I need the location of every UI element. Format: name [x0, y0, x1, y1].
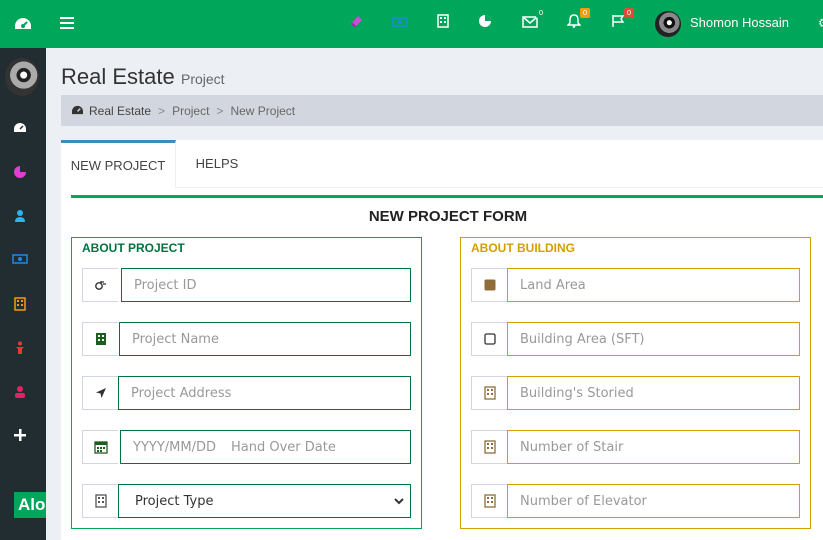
breadcrumb-current: New Project — [230, 103, 296, 118]
form-box: NEW PROJECT HELPS NEW PROJECT FORM ABOUT… — [61, 140, 823, 540]
project-name-row: Project Name — [82, 322, 412, 356]
project-type-row: Project Type — [82, 484, 412, 518]
land-area-input[interactable]: Land Area — [507, 268, 800, 302]
pie-chart-icon[interactable] — [475, 14, 495, 32]
project-type-select[interactable]: Project Type — [118, 484, 411, 518]
project-type-selected: Project Type — [135, 493, 214, 509]
project-id-input[interactable]: Project ID — [121, 268, 411, 302]
square-filled-icon — [471, 268, 507, 302]
person-icon — [16, 341, 24, 354]
project-id-row: Project ID — [82, 268, 412, 302]
about-building-panel: ABOUT BUILDING Land Area Building Area (… — [460, 237, 811, 529]
messages-envelope-icon[interactable]: 0 — [520, 8, 546, 32]
dashboard-icon — [72, 105, 83, 115]
settings-gear-icon[interactable]: ⚙ — [818, 16, 823, 30]
sidebar: Alo — [0, 0, 46, 540]
id-key-icon — [82, 268, 118, 302]
sidebar-item-add[interactable] — [0, 429, 40, 445]
user-icon — [15, 210, 25, 222]
building-area-row: Building Area (SFT) — [471, 322, 801, 356]
dashboard-icon — [14, 123, 26, 132]
sidebar-item-reports[interactable] — [0, 165, 40, 183]
building-icon — [82, 484, 118, 518]
building-storied-input[interactable]: Building's Storied — [507, 376, 800, 410]
sidebar-item-accounts[interactable] — [0, 253, 40, 269]
sidebar-item-staff[interactable] — [0, 341, 40, 359]
square-outline-icon — [471, 322, 507, 356]
about-project-panel: ABOUT PROJECT Project ID Project Name Pr… — [71, 237, 422, 529]
land-area-row: Land Area — [471, 268, 801, 302]
sidebar-item-dashboard[interactable] — [0, 122, 40, 138]
top-navbar: 0 0 0 Shomon Hossain ⚙ — [46, 0, 823, 48]
tab-helps[interactable]: HELPS — [187, 140, 247, 187]
tasks-badge: 0 — [624, 8, 634, 18]
calendar-icon — [82, 430, 118, 464]
sidebar-brand-logo[interactable]: Alo — [14, 492, 46, 518]
user-avatar[interactable] — [655, 11, 681, 37]
breadcrumb-separator: > — [158, 103, 166, 118]
number-of-stair-row: Number of Stair — [471, 430, 801, 464]
user-name[interactable]: Shomon Hossain — [690, 15, 789, 30]
tab-bar: NEW PROJECT HELPS — [61, 140, 823, 188]
hand-over-date-input[interactable]: YYYY/MM/DD Hand Over Date — [120, 430, 411, 464]
building-icon[interactable] — [433, 14, 453, 32]
number-of-elevator-row: Number of Elevator — [471, 484, 801, 518]
notifications-bell-icon[interactable]: 0 — [564, 8, 590, 32]
notifications-badge: 0 — [580, 8, 590, 18]
location-arrow-icon — [82, 376, 118, 410]
project-address-row: Project Address — [82, 376, 412, 410]
breadcrumb-separator: > — [216, 103, 224, 118]
sidebar-item-buildings[interactable] — [0, 297, 40, 315]
panel-title: ABOUT BUILDING — [471, 241, 575, 255]
building-icon — [471, 376, 507, 410]
money-icon — [12, 254, 28, 264]
date-format-placeholder: YYYY/MM/DD — [133, 439, 216, 455]
building-icon — [471, 430, 507, 464]
page-subtitle: Project — [181, 71, 225, 87]
menu-toggle-icon[interactable] — [60, 14, 74, 32]
number-of-stair-input[interactable]: Number of Stair — [507, 430, 800, 464]
panel-title: ABOUT PROJECT — [82, 241, 185, 255]
building-icon — [471, 484, 507, 518]
divider — [71, 195, 823, 198]
page-title: Real Estate — [61, 64, 175, 89]
breadcrumb-home-link[interactable]: Real Estate — [89, 104, 151, 118]
project-address-input[interactable]: Project Address — [118, 376, 411, 410]
building-icon — [14, 297, 26, 311]
breadcrumb-section-link[interactable]: Project — [172, 104, 209, 118]
sidebar-avatar[interactable] — [5, 58, 39, 96]
dashboard-icon — [15, 18, 31, 29]
number-of-elevator-input[interactable]: Number of Elevator — [507, 484, 800, 518]
messages-badge: 0 — [536, 8, 546, 18]
building-storied-row: Building's Storied — [471, 376, 801, 410]
plus-icon — [14, 429, 26, 441]
pie-chart-icon — [14, 166, 26, 178]
sidebar-logo-area[interactable] — [0, 0, 46, 48]
breadcrumb: Real Estate > Project > New Project — [61, 95, 823, 126]
building-icon — [82, 322, 118, 356]
eraser-icon[interactable] — [346, 14, 366, 32]
form-title: NEW PROJECT FORM — [368, 208, 528, 225]
hand-over-date-placeholder: Hand Over Date — [230, 439, 336, 455]
project-name-input[interactable]: Project Name — [119, 322, 411, 356]
chevron-down-icon — [394, 498, 404, 505]
tasks-flag-icon[interactable]: 0 — [608, 8, 634, 32]
group-icon — [15, 386, 25, 398]
hand-over-date-row: YYYY/MM/DD Hand Over Date — [82, 430, 412, 464]
sidebar-item-users[interactable] — [0, 209, 40, 227]
building-area-input[interactable]: Building Area (SFT) — [507, 322, 800, 356]
money-icon[interactable] — [390, 14, 410, 32]
sidebar-item-clients[interactable] — [0, 385, 40, 403]
tab-new-project[interactable]: NEW PROJECT — [61, 140, 176, 188]
